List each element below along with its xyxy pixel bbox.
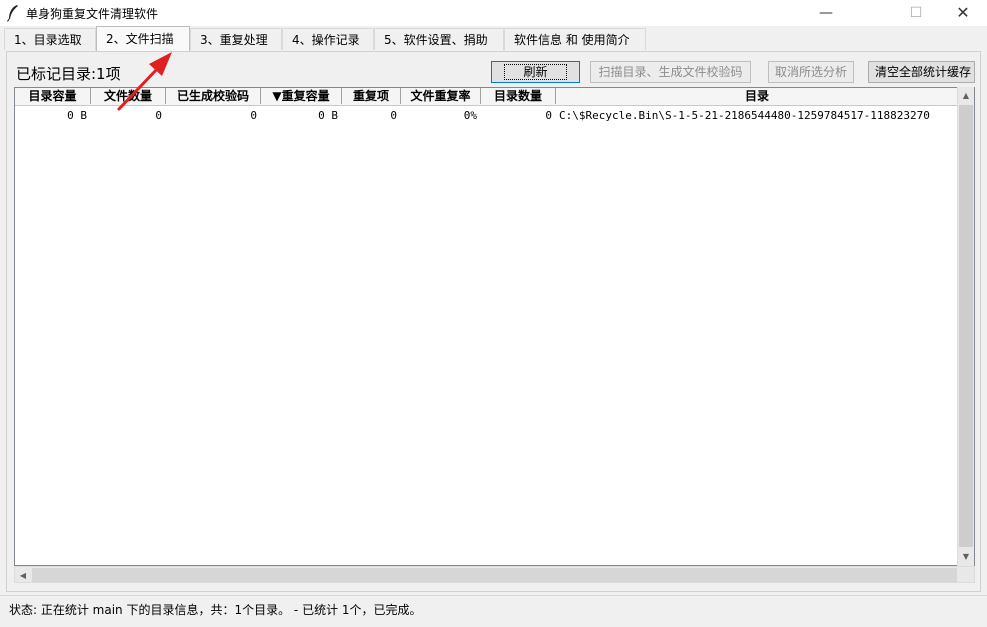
tab-strip: 1、目录选取 2、文件扫描 3、重复处理 4、操作记录 5、软件设置、捐助 软件… xyxy=(0,26,987,52)
scroll-down-icon[interactable]: ▼ xyxy=(958,548,974,565)
column-header-duplicate-rate[interactable]: 文件重复率 xyxy=(401,88,481,104)
minimize-button[interactable]: — xyxy=(803,0,849,26)
scroll-left-icon[interactable]: ◀ xyxy=(15,567,31,584)
cell-dir-count: 0 xyxy=(545,109,552,122)
column-header-dir-size[interactable]: 目录容量 xyxy=(15,88,91,104)
clear-cache-button[interactable]: 清空全部统计缓存 xyxy=(868,61,975,83)
cell-duplicate-items: 0 xyxy=(390,109,397,122)
cancel-analysis-button[interactable]: 取消所选分析 xyxy=(768,61,854,83)
cell-duplicate-size: 0 B xyxy=(318,109,338,122)
tab-file-scan[interactable]: 2、文件扫描 xyxy=(96,26,190,52)
cell-file-count: 0 xyxy=(155,109,162,122)
scan-button[interactable]: 扫描目录、生成文件校验码 xyxy=(590,61,751,83)
horizontal-scroll-thumb[interactable] xyxy=(32,568,957,582)
list-header: 目录容量 文件数量 已生成校验码 ▼重复容量 重复项 文件重复率 目录数量 目录 xyxy=(15,88,958,106)
cell-duplicate-rate: 0% xyxy=(463,109,477,122)
column-header-directory[interactable]: 目录 xyxy=(556,88,958,104)
scroll-up-icon[interactable]: ▲ xyxy=(958,87,974,104)
column-header-duplicate-items[interactable]: 重复项 xyxy=(342,88,401,104)
feather-icon xyxy=(6,5,18,22)
tab-settings-donate[interactable]: 5、软件设置、捐助 xyxy=(374,28,504,50)
window-title: 单身狗重复文件清理软件 xyxy=(26,7,159,21)
cell-checksum-count: 0 xyxy=(250,109,257,122)
tab-duplicate-handling[interactable]: 3、重复处理 xyxy=(190,28,282,50)
cell-dir-size: 0 B xyxy=(67,109,87,122)
horizontal-scrollbar[interactable]: ◀ xyxy=(14,566,975,583)
close-button[interactable]: ✕ xyxy=(940,0,986,26)
column-header-file-count[interactable]: 文件数量 xyxy=(91,88,166,104)
refresh-button[interactable]: 刷新 xyxy=(491,61,580,83)
maximize-button[interactable]: ☐ xyxy=(893,0,939,26)
tab-software-info[interactable]: 软件信息 和 使用简介 xyxy=(504,28,646,50)
column-header-dir-count[interactable]: 目录数量 xyxy=(481,88,556,104)
tab-operation-log[interactable]: 4、操作记录 xyxy=(282,28,374,50)
title-bar: 单身狗重复文件清理软件 — ☐ ✕ xyxy=(0,0,987,26)
marked-directories-label: 已标记目录:1项 xyxy=(16,65,121,83)
column-header-checksum-count[interactable]: 已生成校验码 xyxy=(166,88,261,104)
directory-list[interactable]: 目录容量 文件数量 已生成校验码 ▼重复容量 重复项 文件重复率 目录数量 目录… xyxy=(14,87,975,566)
vertical-scrollbar[interactable]: ▲ ▼ xyxy=(957,87,974,566)
cell-directory-path: C:\$Recycle.Bin\S-1-5-21-2186544480-1259… xyxy=(559,109,930,122)
column-header-duplicate-size[interactable]: ▼重复容量 xyxy=(261,88,342,104)
table-row[interactable]: 0 B 0 0 0 B 0 0% 0 C:\$Recycle.Bin\S-1-5… xyxy=(15,107,958,125)
refresh-button-label: 刷新 xyxy=(504,64,567,80)
status-bar: 状态: 正在统计 main 下的目录信息，共：1个目录。 - 已统计 1个，已完… xyxy=(0,595,987,625)
tab-directory-select[interactable]: 1、目录选取 xyxy=(4,28,96,50)
vertical-scroll-thumb[interactable] xyxy=(959,105,973,547)
